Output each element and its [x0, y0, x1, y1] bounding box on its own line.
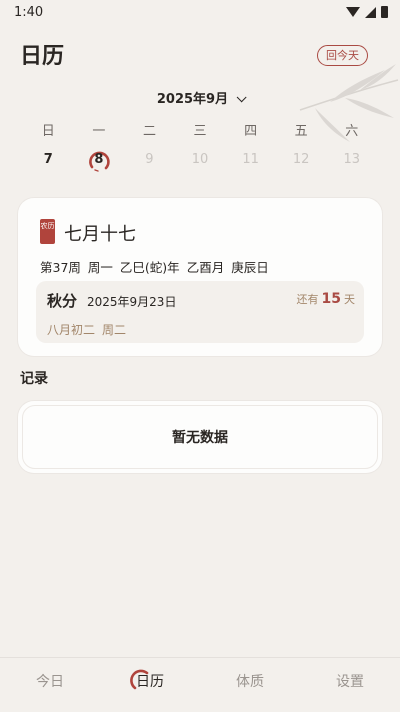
status-time: 1:40 — [14, 4, 44, 20]
weekday-label: 五 — [294, 124, 308, 139]
solar-term-lunar: 八月初二 周二 — [47, 321, 133, 338]
nav-label: 今日 — [36, 674, 64, 690]
nav-tab-constitution[interactable]: 体质 — [200, 658, 300, 712]
day-cell[interactable]: 7 — [23, 150, 74, 172]
nav-label: 体质 — [236, 674, 264, 690]
nav-tab-today[interactable]: 今日 — [0, 658, 100, 712]
chevron-down-icon — [236, 92, 247, 103]
day-cell[interactable]: 12 — [276, 150, 327, 172]
records-heading: 记录 — [20, 371, 48, 387]
solar-term-countdown: 还有 15 天 — [297, 291, 355, 307]
day-cell[interactable]: 9 — [124, 150, 175, 172]
day-cell-today[interactable]: 8 — [74, 150, 125, 172]
wifi-icon — [346, 7, 360, 17]
status-bar: 1:40 — [0, 0, 400, 24]
month-ganzhi: 乙酉月 — [186, 260, 225, 275]
weekday-label: 二 — [142, 124, 156, 139]
nav-label: 日历 — [136, 674, 164, 690]
signal-icon — [365, 6, 376, 18]
weekday-text: 周一 — [87, 260, 113, 275]
nav-label: 设置 — [336, 674, 364, 690]
day-cell[interactable]: 13 — [326, 150, 377, 172]
solar-term-lunar-date: 八月初二 — [47, 323, 96, 337]
day-cell[interactable]: 11 — [225, 150, 276, 172]
empty-text: 暂无数据 — [172, 430, 228, 446]
battery-icon — [381, 6, 388, 18]
day-info-inner: 农历 七月十七 第37周 周一 乙巳(蛇)年 乙酉月 庚辰日 秋分 2025年9月23日… — [23, 203, 377, 351]
weekday-label: 六 — [345, 124, 359, 139]
lunar-date: 七月十七 — [64, 224, 136, 245]
weekday-header: 日 一 二 三 四 五 六 — [23, 120, 377, 139]
solar-term-weekday: 周二 — [102, 323, 127, 337]
back-to-today-button[interactable]: 回今天 — [317, 45, 368, 66]
weekday-label: 四 — [244, 124, 258, 139]
countdown-suffix: 天 — [344, 293, 355, 306]
lunar-seal-icon: 农历 — [40, 219, 55, 244]
ganzhi-line: 第37周 周一 乙巳(蛇)年 乙酉月 庚辰日 — [40, 257, 276, 276]
day-info-card: 农历 七月十七 第37周 周一 乙巳(蛇)年 乙酉月 庚辰日 秋分 2025年9月23日… — [18, 198, 382, 356]
month-label: 2025年9月 — [156, 92, 229, 107]
month-selector[interactable]: 2025年9月 — [0, 88, 400, 107]
status-icons — [346, 6, 388, 18]
weekday-label: 日 — [41, 124, 55, 139]
countdown-prefix: 还有 — [296, 293, 319, 306]
records-empty-state: 暂无数据 — [22, 405, 378, 469]
weekday-label: 三 — [193, 124, 207, 139]
year-ganzhi: 乙巳(蛇)年 — [119, 260, 180, 275]
solar-term-panel: 秋分 2025年9月23日 还有 15 天 八月初二 周二 — [36, 281, 364, 343]
day-ganzhi: 庚辰日 — [231, 260, 269, 275]
countdown-days: 15 — [321, 291, 341, 307]
page-title: 日历 — [20, 44, 65, 69]
solar-term-name: 秋分 — [47, 292, 78, 310]
day-cell[interactable]: 10 — [175, 150, 226, 172]
nav-tab-settings[interactable]: 设置 — [300, 658, 400, 712]
bottom-nav: 今日 日历 体质 设置 — [0, 657, 400, 712]
week-number: 第37周 — [40, 260, 81, 275]
records-card: 暂无数据 — [18, 401, 382, 473]
day-number-today: 8 — [94, 152, 104, 167]
weekday-label: 一 — [92, 124, 106, 139]
solar-term-date: 2025年9月23日 — [87, 295, 177, 309]
nav-tab-calendar[interactable]: 日历 — [100, 658, 200, 712]
week-days-row: 7 8 9 10 11 12 13 — [23, 150, 377, 172]
